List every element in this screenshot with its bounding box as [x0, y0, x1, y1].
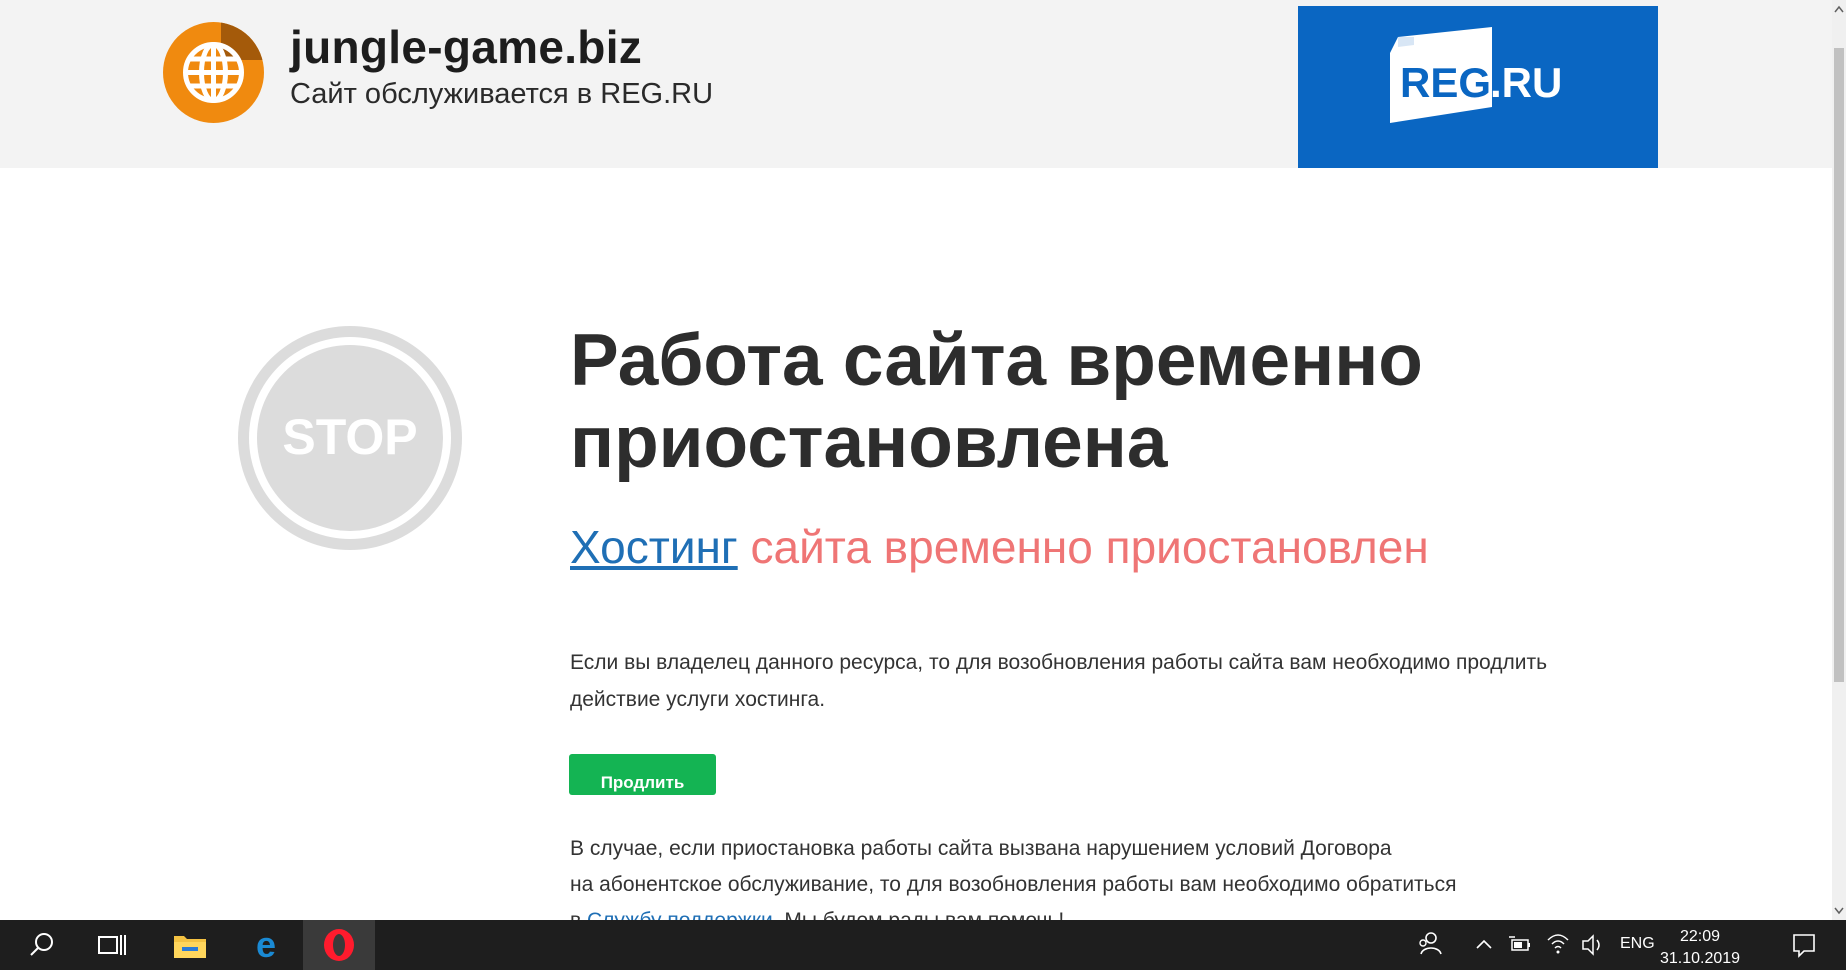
edge-icon[interactable]: e	[246, 920, 286, 970]
stop-sign-icon: STOP	[238, 326, 462, 550]
subtitle-rest: сайта временно приостановлен	[750, 521, 1429, 573]
browser-page: jungle-game.biz Сайт обслуживается в REG…	[0, 0, 1846, 970]
opera-icon	[324, 929, 354, 961]
wifi-icon[interactable]	[1544, 920, 1572, 970]
people-icon[interactable]	[1415, 920, 1445, 970]
volume-icon[interactable]	[1578, 920, 1606, 970]
page-title: Работа сайта временно приостановлена	[570, 320, 1423, 483]
hosting-link[interactable]: Хостинг	[570, 521, 738, 573]
battery-icon[interactable]	[1506, 920, 1534, 970]
notification-icon[interactable]	[1786, 920, 1822, 970]
search-icon[interactable]	[24, 920, 60, 970]
owner-instructions: Если вы владелец данного ресурса, то для…	[570, 651, 1548, 711]
chevron-up-icon[interactable]	[1472, 920, 1496, 970]
opera-taskbar-button[interactable]	[303, 920, 375, 970]
logo-text: REG	[1400, 59, 1491, 106]
clock-time: 22:09	[1679, 928, 1721, 945]
clock-date: 31.10.2019	[1660, 950, 1741, 967]
clock[interactable]: 22:09 31.10.2019	[1660, 926, 1740, 970]
scrollbar-thumb[interactable]	[1834, 48, 1844, 682]
scroll-down-icon[interactable]	[1832, 900, 1846, 920]
site-header: jungle-game.biz Сайт обслуживается в REG…	[0, 0, 1832, 168]
status-subtitle: Хостинг сайта временно приостановлен	[570, 520, 1429, 574]
renew-button[interactable]: Продлить	[569, 754, 716, 795]
file-explorer-icon[interactable]	[170, 920, 210, 970]
reg-ru-logo[interactable]: REG .RU	[1298, 6, 1658, 168]
logo-suffix: .RU	[1490, 59, 1562, 106]
scroll-up-icon[interactable]	[1832, 0, 1846, 20]
site-domain: jungle-game.biz	[290, 21, 643, 73]
taskbar: e ENG 22:09 31.10.2019	[0, 920, 1846, 970]
input-language[interactable]: ENG	[1620, 935, 1655, 953]
stop-label: STOP	[282, 409, 417, 465]
globe-icon	[163, 22, 264, 123]
svg-text:e: e	[256, 924, 276, 965]
served-by-text: Сайт обслуживается в REG.RU	[290, 78, 714, 110]
task-view-icon[interactable]	[94, 920, 130, 970]
